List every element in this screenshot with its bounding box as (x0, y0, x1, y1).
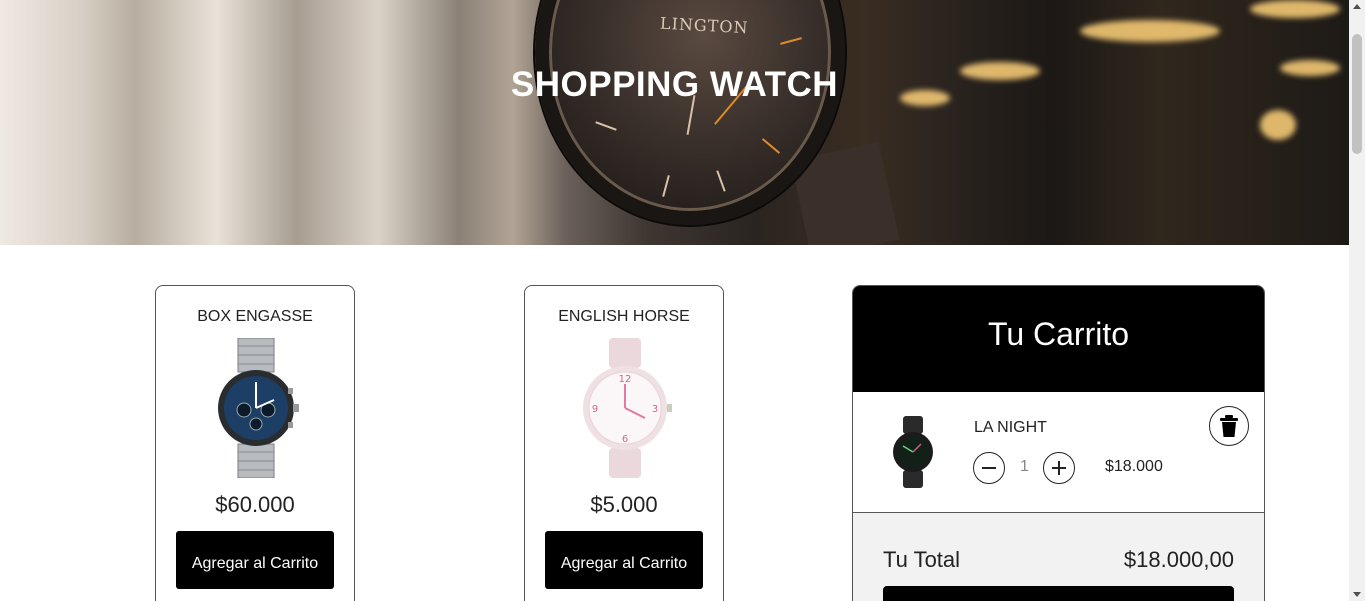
product-card: BOX ENGASSE $60.000 Agregar al Carrito (155, 285, 355, 601)
add-to-cart-button[interactable]: Agregar al Carrito (176, 531, 334, 589)
scroll-down-arrow-icon[interactable] (1353, 592, 1361, 597)
product-name: BOX ENGASSE (197, 308, 313, 325)
increase-quantity-button[interactable] (1043, 452, 1075, 484)
svg-text:3: 3 (652, 404, 658, 415)
chronograph-watch-icon (218, 338, 299, 478)
vertical-scrollbar[interactable] (1349, 0, 1365, 601)
svg-text:9: 9 (592, 404, 598, 415)
product-price: $5.000 (590, 492, 658, 517)
bokeh-light (1250, 0, 1340, 18)
cart-header: Tu Carrito (853, 286, 1264, 392)
quantity-value: 1 (1020, 458, 1029, 475)
product-price: $60.000 (215, 492, 295, 517)
decrease-quantity-button[interactable] (973, 452, 1005, 484)
cart-title: Tu Carrito (987, 316, 1130, 352)
scroll-thumb[interactable] (1352, 34, 1362, 154)
shopping-cart: Tu Carrito LA NIGHT 1 $18.000 Tu Total $… (852, 285, 1265, 601)
black-watch-icon (893, 416, 933, 488)
trash-icon (1220, 415, 1238, 437)
hero-banner: LINGTON SHOPPING WATCH (0, 0, 1349, 245)
remove-item-button[interactable] (1209, 406, 1249, 446)
add-to-cart-button[interactable]: Agregar al Carrito (545, 531, 703, 589)
total-label: Tu Total (883, 547, 961, 572)
bokeh-light (1260, 110, 1296, 140)
bokeh-light (1080, 20, 1220, 42)
product-card: ENGLISH HORSE 12 6 9 3 $5.000 Agregar al… (524, 285, 724, 601)
total-value: $18.000,00 (1123, 547, 1234, 572)
product-name: ENGLISH HORSE (558, 308, 690, 325)
scroll-up-arrow-icon[interactable] (1353, 4, 1361, 9)
cart-item: LA NIGHT 1 $18.000 (853, 392, 1264, 513)
svg-text:6: 6 (622, 434, 628, 445)
cart-item-name: LA NIGHT (974, 419, 1047, 436)
page-title: SHOPPING WATCH (510, 65, 839, 104)
svg-text:12: 12 (619, 374, 632, 385)
cart-item-price: $18.000 (1105, 458, 1163, 475)
minus-icon (982, 467, 996, 469)
cart-total-section: Tu Total $18.000,00 (853, 513, 1264, 601)
pink-watch-icon: 12 6 9 3 (583, 338, 672, 478)
checkout-button[interactable] (883, 586, 1234, 601)
